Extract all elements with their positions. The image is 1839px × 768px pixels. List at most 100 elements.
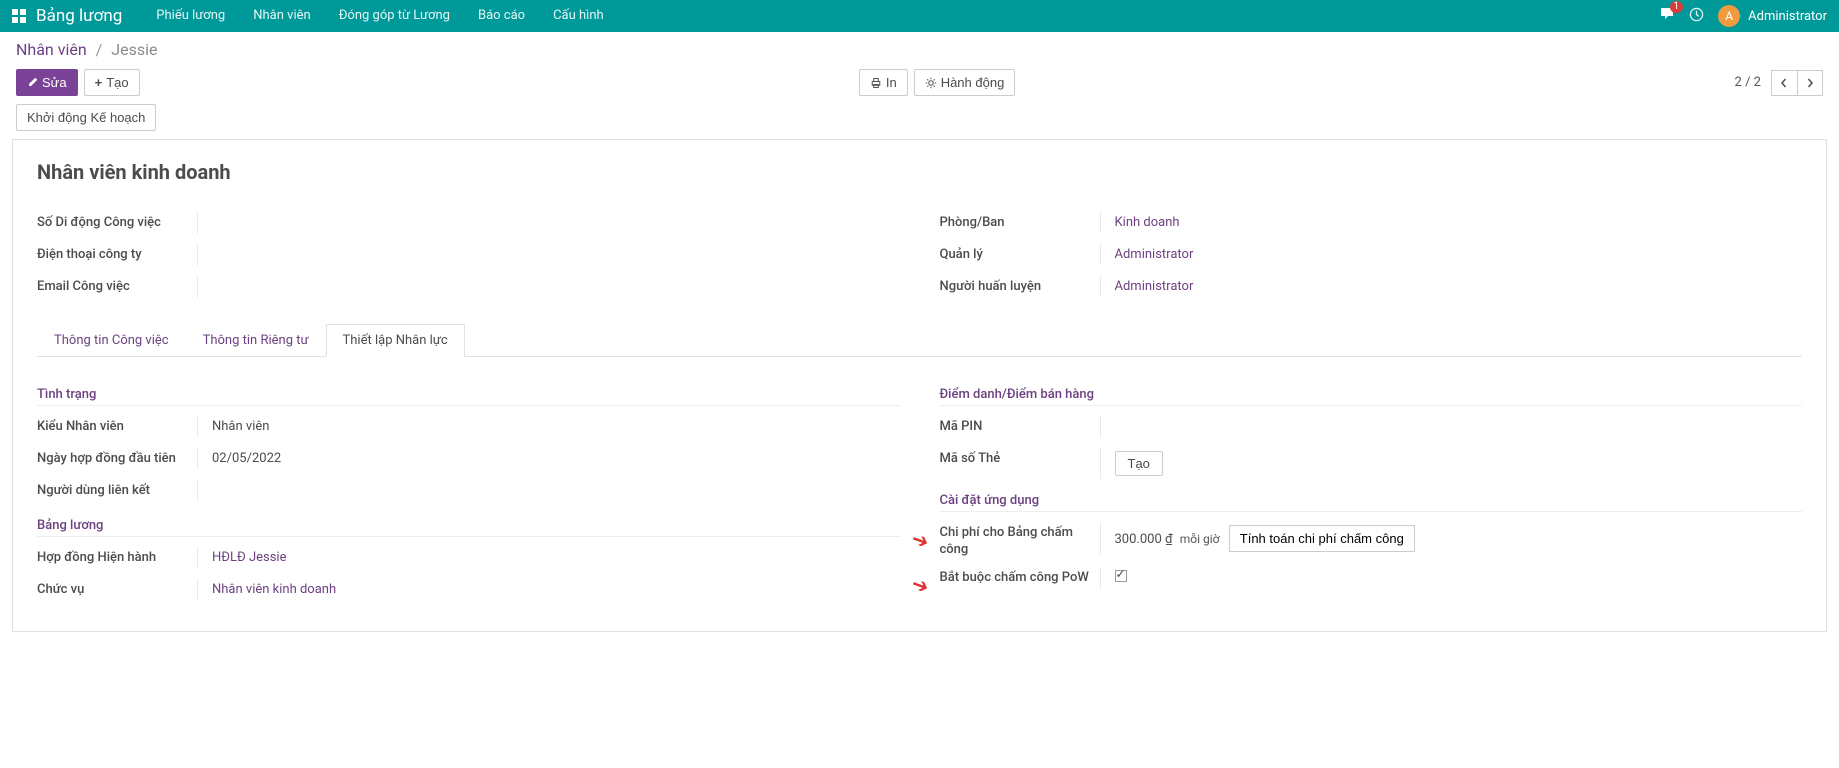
apps-icon[interactable] bbox=[12, 9, 26, 23]
section-attendance: Điểm danh/Điểm bán hàng bbox=[940, 387, 1803, 406]
cost-unit: mỗi giờ bbox=[1180, 532, 1220, 546]
messages-icon[interactable]: 1 bbox=[1659, 7, 1675, 25]
start-plan-button[interactable]: Khởi động Kế hoạch bbox=[16, 104, 156, 131]
header-fields: Số Di động Công việc Điện thoại công ty … bbox=[37, 212, 1802, 308]
field-value[interactable]: Administrator bbox=[1100, 244, 1803, 265]
create-button[interactable]: + Tạo bbox=[84, 69, 140, 96]
field-label: Kiểu Nhân viên bbox=[37, 416, 197, 436]
field-label: Quản lý bbox=[940, 244, 1100, 264]
message-badge: 1 bbox=[1670, 1, 1684, 13]
control-panel: Nhân viên / Jessie Sửa + Tạo In Hành độn… bbox=[0, 32, 1839, 131]
cp-center: In Hành động bbox=[859, 69, 1015, 96]
action-button[interactable]: Hành động bbox=[914, 69, 1016, 96]
field-value: Nhân viên bbox=[197, 416, 900, 437]
field-value[interactable]: Kinh doanh bbox=[1100, 212, 1803, 233]
field-related-user: Người dùng liên kết bbox=[37, 480, 900, 504]
create-label: Tạo bbox=[106, 75, 128, 90]
field-label: Phòng/Ban bbox=[940, 212, 1100, 232]
user-name: Administrator bbox=[1748, 9, 1827, 24]
nav-menu: Phiếu lương Nhân viên Đóng góp từ Lương … bbox=[142, 0, 617, 32]
header-col-left: Số Di động Công việc Điện thoại công ty … bbox=[37, 212, 900, 308]
field-label: Người huấn luyện bbox=[940, 276, 1100, 296]
arrow-annotation-icon: ➔ bbox=[908, 526, 932, 554]
nav-right: 1 A Administrator bbox=[1659, 5, 1827, 27]
field-mobile: Số Di động Công việc bbox=[37, 212, 900, 236]
arrow-annotation-icon: ➔ bbox=[908, 571, 932, 599]
pager-prev-button[interactable] bbox=[1771, 70, 1797, 96]
field-label: Email Công việc bbox=[37, 276, 197, 296]
nav-left: Bảng lương Phiếu lương Nhân viên Đóng gó… bbox=[12, 0, 618, 32]
form-sheet: Nhân viên kinh doanh Số Di động Công việ… bbox=[12, 139, 1827, 632]
compute-cost-button[interactable]: Tính toán chi phí chấm công bbox=[1229, 525, 1415, 552]
breadcrumb-sep: / bbox=[96, 40, 103, 59]
section-col-right: Điểm danh/Điểm bán hàng Mã PIN Mã số Thẻ… bbox=[940, 373, 1803, 611]
field-value bbox=[1100, 416, 1803, 438]
field-pow-attendance: ➔ Bắt buộc chấm công PoW bbox=[940, 567, 1803, 591]
avatar: A bbox=[1718, 5, 1740, 27]
breadcrumb-root[interactable]: Nhân viên bbox=[16, 40, 87, 59]
top-nav: Bảng lương Phiếu lương Nhân viên Đóng gó… bbox=[0, 0, 1839, 32]
cost-value: 300.000 ₫ bbox=[1115, 532, 1173, 547]
chevron-right-icon bbox=[1805, 78, 1815, 88]
field-first-contract: Ngày hợp đồng đầu tiên 02/05/2022 bbox=[37, 448, 900, 472]
section-status: Tình trạng bbox=[37, 387, 900, 406]
field-value bbox=[197, 244, 900, 266]
clock-icon[interactable] bbox=[1689, 7, 1704, 26]
field-label: Chức vụ bbox=[37, 579, 197, 599]
field-value: 300.000 ₫ mỗi giờ Tính toán chi phí chấm… bbox=[1100, 522, 1803, 555]
field-label: Mã số Thẻ bbox=[940, 448, 1100, 468]
field-value bbox=[1100, 567, 1803, 589]
badge-create-button[interactable]: Tạo bbox=[1115, 451, 1163, 476]
nav-item-reports[interactable]: Báo cáo bbox=[464, 0, 539, 32]
field-job: Chức vụ Nhân viên kinh doanh bbox=[37, 579, 900, 603]
cp-row: Sửa + Tạo In Hành động 2 / 2 bbox=[16, 69, 1823, 96]
plus-icon: + bbox=[95, 75, 103, 90]
sections: Tình trạng Kiểu Nhân viên Nhân viên Ngày… bbox=[37, 373, 1802, 611]
section-app-settings: Cài đặt ứng dụng bbox=[940, 493, 1803, 512]
field-badge: Mã số Thẻ Tạo bbox=[940, 448, 1803, 479]
field-value bbox=[197, 480, 900, 502]
field-value[interactable]: HĐLĐ Jessie bbox=[197, 547, 900, 568]
tab-private-info[interactable]: Thông tin Riêng tư bbox=[186, 324, 326, 357]
field-label: Chi phí cho Bảng chấm công bbox=[940, 522, 1100, 559]
pager-buttons bbox=[1771, 70, 1823, 96]
field-value[interactable]: Nhân viên kinh doanh bbox=[197, 579, 900, 600]
action-label: Hành động bbox=[941, 75, 1005, 90]
tab-work-info[interactable]: Thông tin Công việc bbox=[37, 324, 186, 357]
field-value: 02/05/2022 bbox=[197, 448, 900, 469]
tab-hr-settings[interactable]: Thiết lập Nhân lực bbox=[326, 324, 465, 357]
field-contract: Hợp đồng Hiện hành HĐLĐ Jessie bbox=[37, 547, 900, 571]
edit-label: Sửa bbox=[42, 75, 67, 90]
field-label: Hợp đồng Hiện hành bbox=[37, 547, 197, 567]
field-manager: Quản lý Administrator bbox=[940, 244, 1803, 268]
nav-item-contributions[interactable]: Đóng góp từ Lương bbox=[325, 0, 464, 32]
breadcrumb-current: Jessie bbox=[111, 40, 157, 59]
cp-left: Sửa + Tạo bbox=[16, 69, 140, 96]
pager-next-button[interactable] bbox=[1797, 70, 1823, 96]
print-button[interactable]: In bbox=[859, 69, 908, 96]
breadcrumb: Nhân viên / Jessie bbox=[16, 40, 1823, 59]
field-label: Mã PIN bbox=[940, 416, 1100, 436]
nav-item-config[interactable]: Cấu hình bbox=[539, 0, 618, 32]
pager-text[interactable]: 2 / 2 bbox=[1735, 75, 1761, 90]
edit-button[interactable]: Sửa bbox=[16, 69, 78, 96]
field-label: Ngày hợp đồng đầu tiên bbox=[37, 448, 197, 468]
field-value[interactable]: Administrator bbox=[1100, 276, 1803, 297]
field-pin: Mã PIN bbox=[940, 416, 1803, 440]
header-col-right: Phòng/Ban Kinh doanh Quản lý Administrat… bbox=[940, 212, 1803, 308]
field-value bbox=[197, 276, 900, 298]
section-payroll: Bảng lương bbox=[37, 518, 900, 537]
user-menu[interactable]: A Administrator bbox=[1718, 5, 1827, 27]
section-col-left: Tình trạng Kiểu Nhân viên Nhân viên Ngày… bbox=[37, 373, 900, 611]
field-coach: Người huấn luyện Administrator bbox=[940, 276, 1803, 300]
field-label: Số Di động Công việc bbox=[37, 212, 197, 232]
nav-item-payslips[interactable]: Phiếu lương bbox=[142, 0, 239, 32]
pow-checkbox[interactable] bbox=[1115, 570, 1127, 582]
nav-item-employees[interactable]: Nhân viên bbox=[239, 0, 324, 32]
cp-actions-row: Khởi động Kế hoạch bbox=[16, 104, 1823, 131]
field-value bbox=[197, 212, 900, 234]
field-value: Tạo bbox=[1100, 448, 1803, 479]
app-title[interactable]: Bảng lương bbox=[36, 6, 122, 26]
cp-right: 2 / 2 bbox=[1735, 70, 1823, 96]
page-title: Nhân viên kinh doanh bbox=[37, 160, 1802, 184]
